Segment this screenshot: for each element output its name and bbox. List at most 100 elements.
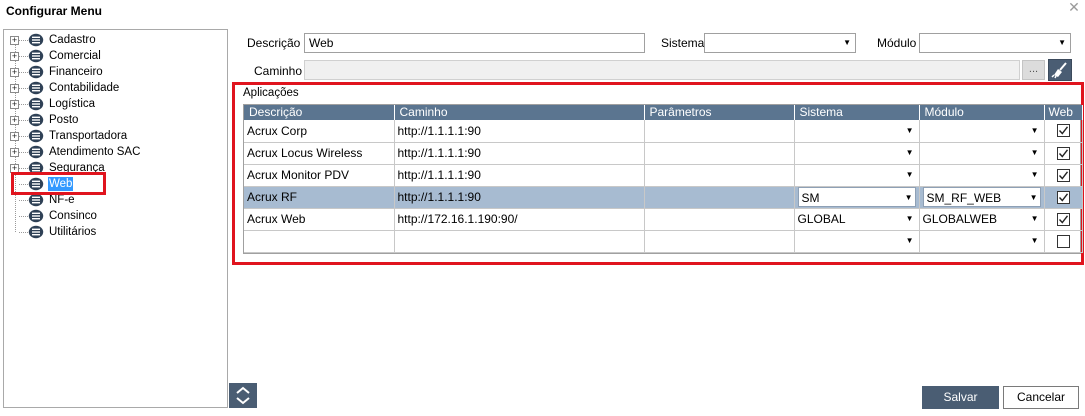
cell-parametros[interactable] xyxy=(644,186,795,209)
tree-item-label: Contabilidade xyxy=(49,82,120,94)
table-row[interactable]: Acrux Monitor PDV http://1.1.1.1:90 ▼ ▼ xyxy=(244,164,1083,187)
cell-modulo[interactable]: ▼ xyxy=(919,120,1045,143)
modulo-cell-select[interactable]: ▼ xyxy=(923,165,1041,185)
sistema-cell-select[interactable]: ▼ xyxy=(798,231,916,251)
descricao-label: Descrição xyxy=(247,36,301,50)
cell-descricao[interactable]: Acrux Web xyxy=(244,208,395,231)
expand-icon[interactable]: + xyxy=(10,36,19,45)
clear-button[interactable] xyxy=(1048,59,1072,81)
cell-parametros[interactable] xyxy=(644,120,795,143)
table-row[interactable]: Acrux RF http://1.1.1.1:90 SM ▼ SM_RF_WEB ▼ xyxy=(244,186,1083,209)
sistema-cell-select[interactable]: ▼ xyxy=(798,165,916,185)
expand-icon[interactable]: + xyxy=(10,116,19,125)
modulo-cell-select[interactable]: ▼ xyxy=(923,121,1041,141)
web-checkbox[interactable] xyxy=(1056,212,1070,226)
tree-item[interactable]: + Comercial xyxy=(10,48,210,64)
cell-caminho[interactable]: http://172.16.1.190:90/ xyxy=(394,208,645,231)
cell-sistema[interactable]: ▼ xyxy=(794,120,920,143)
cell-modulo[interactable]: ▼ xyxy=(919,142,1045,165)
tree-item[interactable]: + Financeiro xyxy=(10,64,210,80)
cell-descricao[interactable]: Acrux Locus Wireless xyxy=(244,142,395,165)
modulo-cell-select[interactable]: ▼ xyxy=(923,143,1041,163)
cell-modulo[interactable]: ▼ xyxy=(919,164,1045,187)
cell-web[interactable] xyxy=(1044,142,1083,165)
cell-modulo[interactable]: ▼ xyxy=(919,230,1045,253)
tree-item[interactable]: + Atendimento SAC xyxy=(10,144,210,160)
tree-item[interactable]: + Logística xyxy=(10,96,210,112)
modulo-select[interactable]: ▼ xyxy=(919,33,1071,53)
web-checkbox[interactable] xyxy=(1056,124,1070,138)
cell-descricao[interactable]: Acrux RF xyxy=(244,186,395,209)
cell-modulo[interactable]: GLOBALWEB ▼ xyxy=(919,208,1045,231)
expand-icon[interactable]: + xyxy=(10,52,19,61)
table-row[interactable]: Acrux Web http://172.16.1.190:90/GLOBAL ▼ G… xyxy=(244,208,1083,231)
expand-icon[interactable]: + xyxy=(10,68,19,77)
table-row[interactable]: Acrux Corp http://1.1.1.1:90 ▼ ▼ xyxy=(244,120,1083,143)
table-row[interactable]: ▼ ▼ xyxy=(244,230,1083,253)
modulo-cell-select[interactable]: SM_RF_WEB ▼ xyxy=(922,187,1041,207)
cell-sistema[interactable]: GLOBAL ▼ xyxy=(794,208,920,231)
web-checkbox[interactable] xyxy=(1056,190,1070,204)
tree-item[interactable]: Utilitários xyxy=(10,224,210,240)
tree-item[interactable]: + Transportadora xyxy=(10,128,210,144)
sistema-cell-select[interactable]: SM ▼ xyxy=(797,187,916,207)
cell-web[interactable] xyxy=(1044,120,1083,143)
cell-web[interactable] xyxy=(1044,208,1083,231)
expand-icon[interactable]: + xyxy=(10,132,19,141)
cell-web[interactable] xyxy=(1044,186,1083,209)
cell-parametros[interactable] xyxy=(644,208,795,231)
tree-item[interactable]: Consinco xyxy=(10,208,210,224)
column-header-sistema[interactable]: Sistema xyxy=(794,105,920,120)
descricao-input[interactable]: Web xyxy=(304,33,645,53)
cell-descricao[interactable]: Acrux Corp xyxy=(244,120,395,143)
column-header-caminho[interactable]: Caminho xyxy=(394,105,645,120)
cell-caminho[interactable] xyxy=(394,230,645,253)
table-row[interactable]: Acrux Locus Wireless http://1.1.1.1:90 ▼ ▼ xyxy=(244,142,1083,165)
column-header-descricao[interactable]: Descrição xyxy=(244,105,395,120)
cell-parametros[interactable] xyxy=(644,164,795,187)
column-header-parametros[interactable]: Parâmetros xyxy=(644,105,795,120)
cell-sistema[interactable]: ▼ xyxy=(794,230,920,253)
modulo-cell-select[interactable]: ▼ xyxy=(923,231,1041,251)
sistema-cell-select[interactable]: ▼ xyxy=(798,143,916,163)
tree-item[interactable]: + Posto xyxy=(10,112,210,128)
cell-descricao[interactable]: Acrux Monitor PDV xyxy=(244,164,395,187)
cell-parametros[interactable] xyxy=(644,142,795,165)
cell-sistema[interactable]: ▼ xyxy=(794,142,920,165)
column-header-modulo[interactable]: Módulo xyxy=(919,105,1045,120)
close-icon[interactable]: ✕ xyxy=(1067,0,1081,14)
cell-sistema[interactable]: ▼ xyxy=(794,164,920,187)
cell-web[interactable] xyxy=(1044,230,1083,253)
move-up-down-button[interactable] xyxy=(229,383,257,408)
cell-descricao[interactable] xyxy=(244,230,395,253)
cell-web[interactable] xyxy=(1044,164,1083,187)
cell-caminho[interactable]: http://1.1.1.1:90 xyxy=(394,120,645,143)
save-button[interactable]: Salvar xyxy=(922,386,999,409)
aplicacoes-grid[interactable]: Descrição Caminho Parâmetros Sistema Mód… xyxy=(243,104,1083,254)
column-header-web[interactable]: Web xyxy=(1044,105,1083,120)
cell-caminho[interactable]: http://1.1.1.1:90 xyxy=(394,142,645,165)
tree-item[interactable]: + Cadastro xyxy=(10,32,210,48)
sistema-cell-select[interactable]: ▼ xyxy=(798,121,916,141)
sistema-select[interactable]: ▼ xyxy=(704,33,856,53)
cell-caminho[interactable]: http://1.1.1.1:90 xyxy=(394,186,645,209)
cell-sistema[interactable]: SM ▼ xyxy=(794,186,920,209)
tree-item[interactable]: + Contabilidade xyxy=(10,80,210,96)
cell-modulo[interactable]: SM_RF_WEB ▼ xyxy=(919,186,1045,209)
menu-node-icon xyxy=(28,65,44,79)
expand-icon[interactable]: + xyxy=(10,84,19,93)
menu-tree[interactable]: + Cadastro + Comercial + Financeiro + Contabili… xyxy=(3,29,228,408)
browse-button[interactable]: ... xyxy=(1022,60,1045,80)
menu-node-icon xyxy=(28,49,44,63)
expand-icon[interactable]: + xyxy=(10,148,19,157)
sistema-cell-select[interactable]: GLOBAL ▼ xyxy=(798,209,916,229)
web-checkbox[interactable] xyxy=(1056,168,1070,182)
cell-caminho[interactable]: http://1.1.1.1:90 xyxy=(394,164,645,187)
web-checkbox[interactable] xyxy=(1056,234,1070,248)
web-checkbox[interactable] xyxy=(1056,146,1070,160)
cell-parametros[interactable] xyxy=(644,230,795,253)
chevron-down-icon: ▼ xyxy=(1058,38,1066,47)
modulo-cell-select[interactable]: GLOBALWEB ▼ xyxy=(923,209,1041,229)
expand-icon[interactable]: + xyxy=(10,100,19,109)
cancel-button[interactable]: Cancelar xyxy=(1003,386,1079,409)
